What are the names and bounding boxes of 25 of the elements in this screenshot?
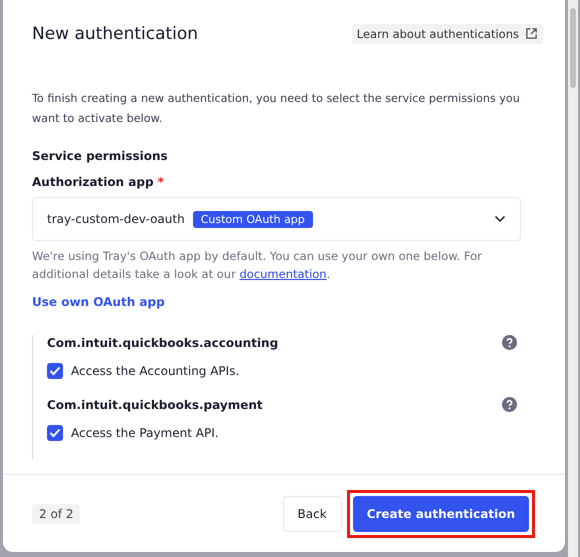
section-title: Service permissions: [32, 149, 169, 163]
app-select[interactable]: tray-custom-dev-oauth Custom OAuth app: [32, 197, 521, 241]
checkbox[interactable]: [47, 425, 63, 441]
documentation-link[interactable]: documentation: [239, 267, 327, 281]
checkbox[interactable]: [47, 363, 63, 379]
required-mark: *: [158, 175, 164, 189]
create-button[interactable]: Create authentication: [352, 496, 529, 532]
app-badge: Custom OAuth app: [192, 210, 313, 228]
back-button[interactable]: Back: [282, 496, 342, 532]
scope-title: Com.intuit.quickbooks.payment: [47, 398, 263, 412]
intro-text: To finish creating a new authentication, you need to select the service permissions you want to activate below.: [32, 91, 521, 127]
help-icon[interactable]: [502, 397, 517, 412]
field-label: Authorization app: [32, 175, 154, 189]
checkbox-label: Access the Payment API.: [71, 426, 219, 440]
scope-title: Com.intuit.quickbooks.accounting: [47, 336, 278, 350]
help-icon[interactable]: [502, 335, 517, 350]
own-app-link[interactable]: Use own OAuth app: [32, 295, 521, 309]
chevron-down-icon: [494, 215, 506, 223]
scrollbar[interactable]: [568, 0, 578, 557]
external-link-icon: [525, 27, 538, 40]
learn-link[interactable]: Learn about authentications: [352, 24, 543, 44]
dialog-title: New authentication: [32, 24, 198, 44]
help-text: We're using Tray's OAuth app by default. You can use your own one below. For additional details take a look at our documentation.: [32, 248, 483, 283]
checkbox-label: Access the Accounting APIs.: [71, 364, 240, 378]
step-indicator: 2 of 2: [32, 504, 80, 524]
